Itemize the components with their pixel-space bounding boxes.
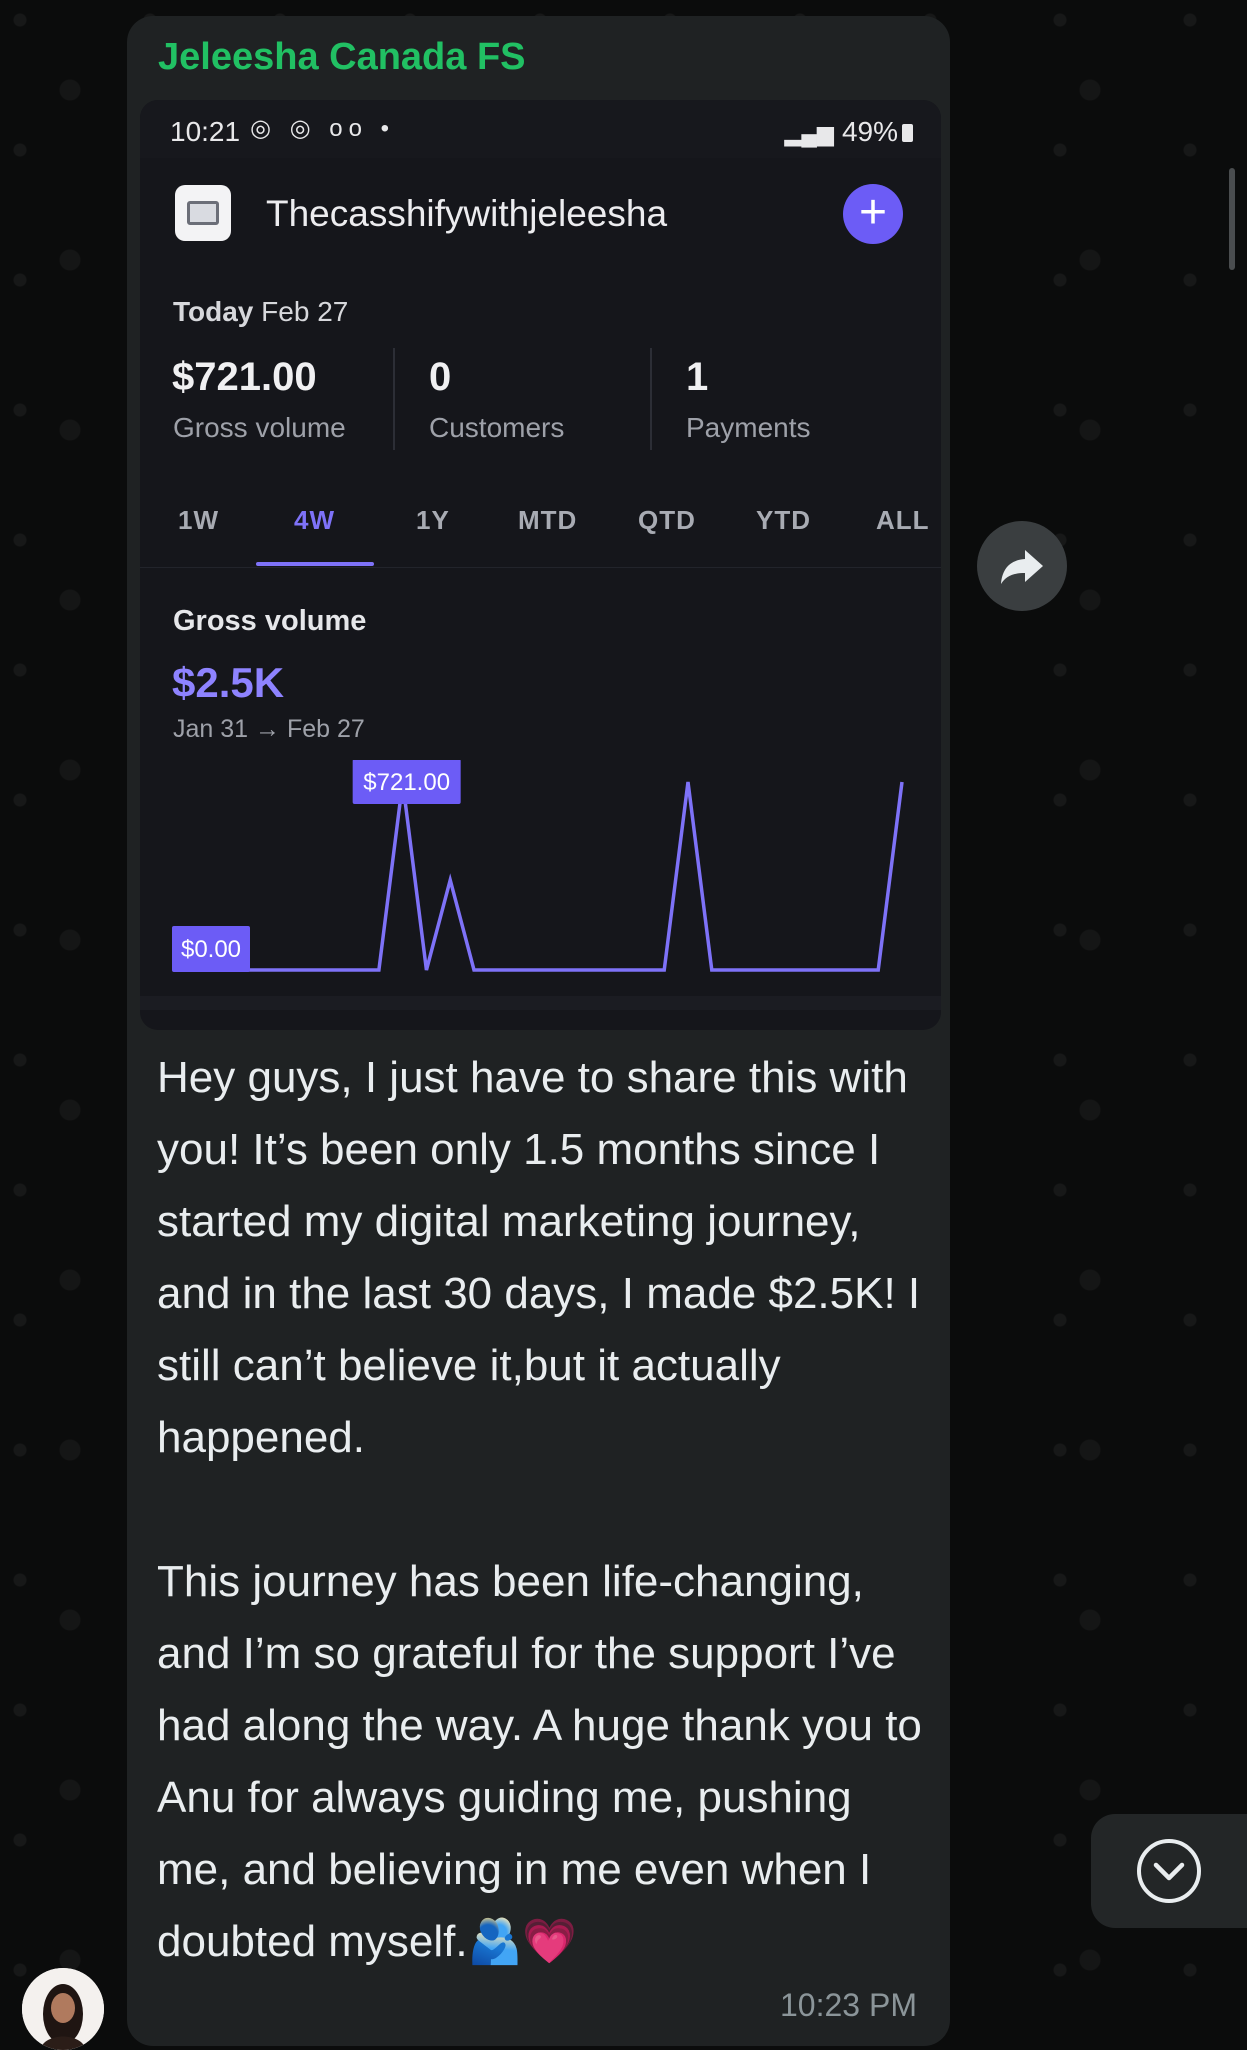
chevron-down-circle-icon — [1137, 1839, 1201, 1903]
chart-peak-label: $721.00 — [352, 760, 461, 804]
gross-volume-chart: $721.00 $0.00 — [140, 760, 941, 1010]
tab-1w[interactable]: 1W — [178, 505, 219, 536]
chart-background — [140, 760, 941, 1010]
customers-value: 0 — [429, 355, 452, 399]
chat-scrollbar[interactable] — [1229, 168, 1235, 270]
tab-qtd[interactable]: QTD — [638, 505, 696, 536]
chart-total: $2.5K — [172, 659, 285, 706]
period-tabs: 1W 4W 1Y MTD QTD YTD ALL — [140, 495, 941, 567]
tab-all[interactable]: ALL — [876, 505, 930, 536]
gross-volume-label: Gross volume — [173, 412, 346, 443]
store-icon — [175, 185, 231, 241]
tab-4w[interactable]: 4W — [294, 505, 335, 536]
stat-divider — [650, 348, 652, 450]
customers-label: Customers — [429, 412, 565, 443]
chart-date-range: Jan 31 → Feb 27 — [173, 715, 365, 743]
tab-1y[interactable]: 1Y — [416, 505, 450, 536]
tab-ytd[interactable]: YTD — [756, 505, 811, 536]
hug-heart-emoji: 🫂💗 — [467, 1917, 578, 1966]
sender-name[interactable]: Jeleesha Canada FS — [158, 36, 526, 79]
svg-text:$0.00: $0.00 — [181, 936, 241, 963]
status-notification-icons: ◎ ◎ ᴏᴏ • — [250, 115, 395, 142]
message-text[interactable]: Hey guys, I just have to share this with… — [157, 1042, 937, 1978]
gross-volume-value: $721.00 — [172, 355, 317, 399]
chart-title: Gross volume — [173, 605, 367, 637]
battery-icon — [902, 124, 913, 142]
active-tab-indicator — [256, 562, 374, 566]
scroll-to-bottom-button[interactable] — [1091, 1814, 1247, 1928]
status-time: 10:21 — [170, 116, 241, 147]
tab-mtd[interactable]: MTD — [518, 505, 577, 536]
sender-avatar[interactable] — [22, 1968, 104, 2050]
tabs-divider — [140, 567, 941, 568]
wifi-signal-icon: ▂▄▆ — [784, 121, 834, 146]
phone-status-bar: 10:21 ◎ ◎ ᴏᴏ • ▂▄▆ 49% — [140, 100, 941, 158]
svg-text:$721.00: $721.00 — [363, 769, 450, 796]
forward-arrow-icon — [1001, 550, 1043, 584]
forward-button[interactable] — [977, 521, 1067, 611]
today-date: Today Feb 27 — [173, 296, 349, 327]
account-name: Thecasshifywithjeleesha — [266, 193, 668, 234]
stat-divider — [393, 348, 395, 450]
status-battery: ▂▄▆ 49% — [785, 116, 913, 148]
add-button[interactable]: + — [843, 184, 903, 244]
chart-baseline-label: $0.00 — [172, 926, 250, 972]
avatar-image — [22, 1968, 104, 2050]
payments-label: Payments — [686, 412, 811, 443]
payments-value: 1 — [686, 355, 709, 399]
chart-footer-band — [140, 996, 941, 1010]
message-time: 10:23 PM — [780, 1987, 917, 2023]
